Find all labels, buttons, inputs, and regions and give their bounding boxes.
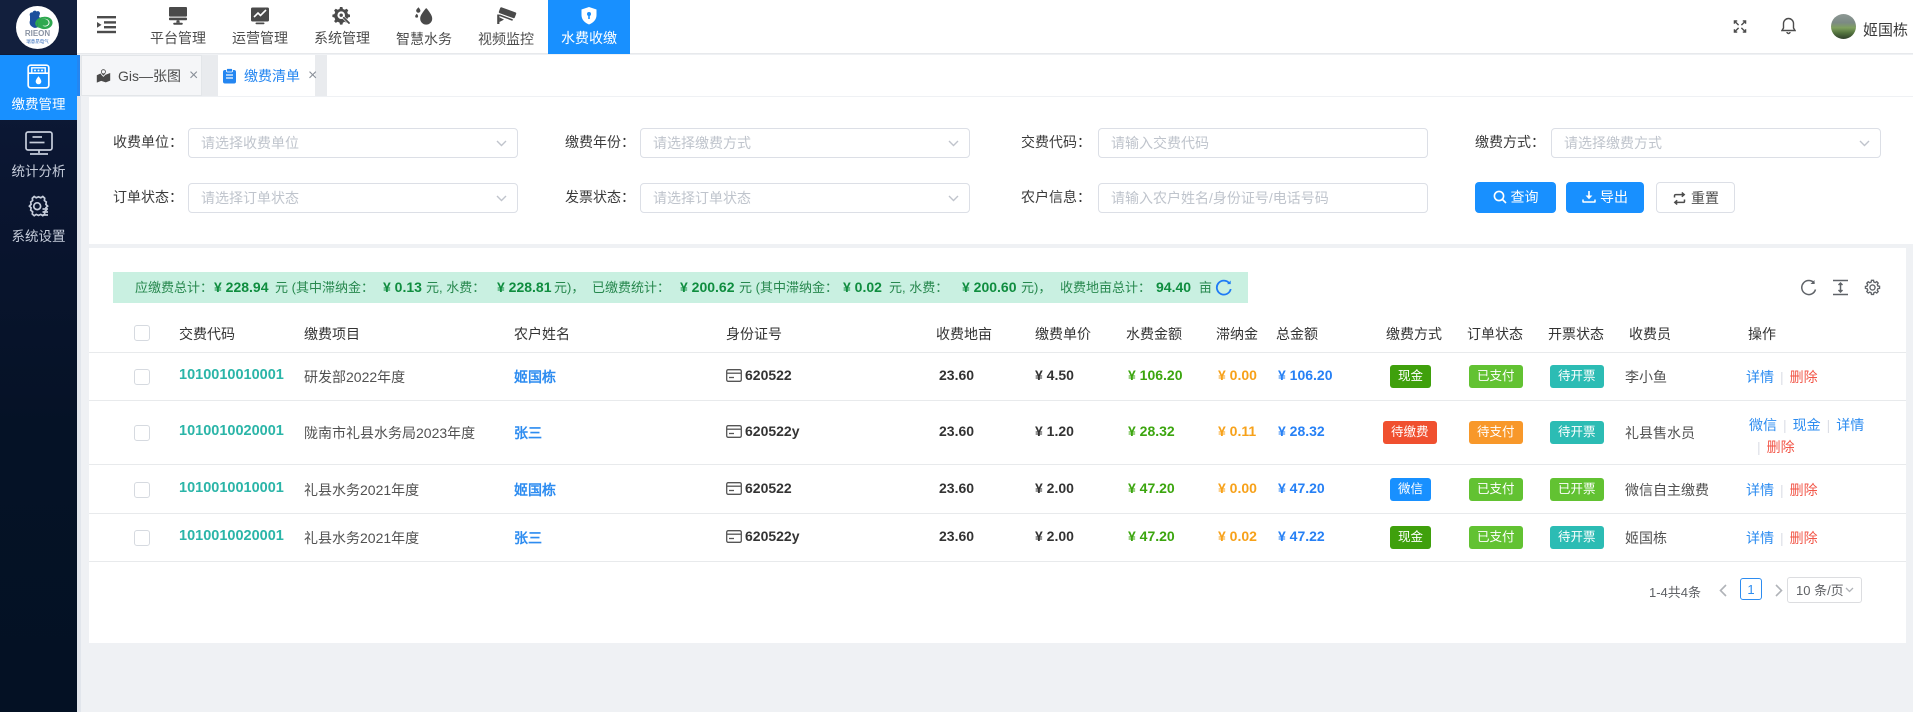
svg-text:瑞意昂电气: 瑞意昂电气 (26, 38, 49, 45)
svg-text:RIEON: RIEON (25, 29, 51, 38)
